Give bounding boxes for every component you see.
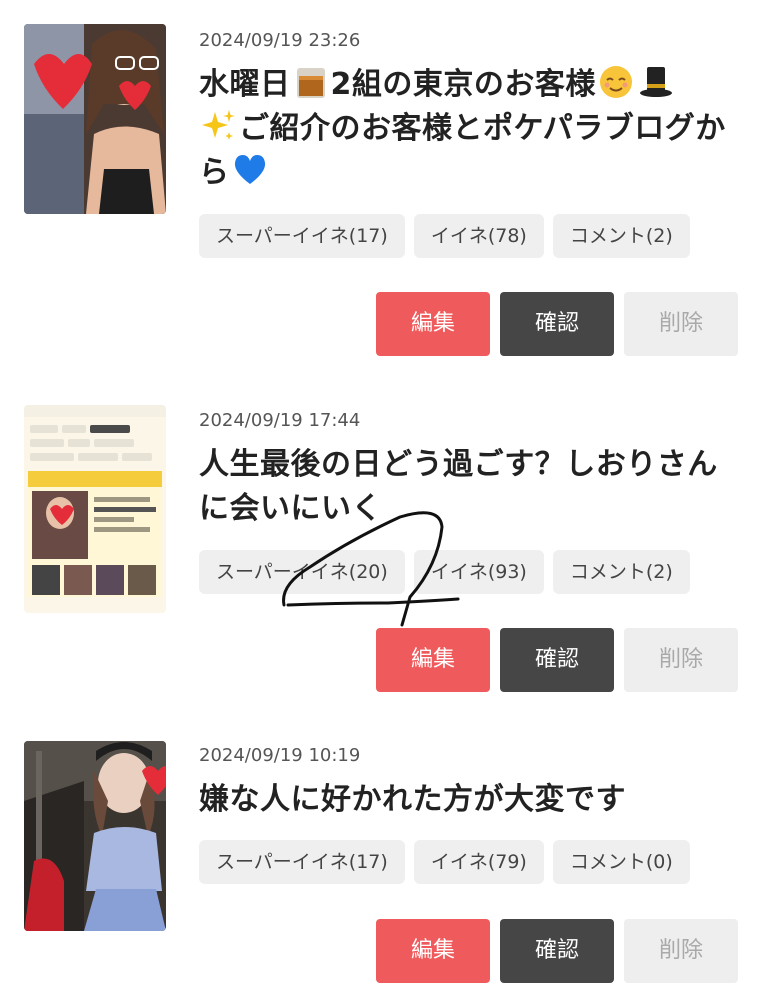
post-stats: スーパーイイネ(17) イイネ(79) コメント(0) xyxy=(199,840,690,884)
post-thumbnail[interactable] xyxy=(24,24,166,214)
post-title[interactable]: 嫌な人に好かれた方が大変です xyxy=(199,778,739,822)
super-like-count[interactable]: スーパーイイネ(20) xyxy=(199,550,405,594)
relieved-face-icon xyxy=(599,66,632,98)
post-date: 2024/09/19 23:26 xyxy=(199,30,361,51)
top-hat-icon xyxy=(639,67,672,97)
confirm-button[interactable]: 確認 xyxy=(500,292,614,356)
post-actions: 編集 確認 削除 xyxy=(376,628,738,692)
whiskey-glass-icon xyxy=(296,68,325,98)
delete-button[interactable]: 削除 xyxy=(624,919,738,983)
comment-count[interactable]: コメント(2) xyxy=(552,550,690,594)
confirm-button[interactable]: 確認 xyxy=(500,919,614,983)
screenshot-image xyxy=(24,405,166,613)
like-count[interactable]: イイネ(78) xyxy=(413,214,544,258)
post-thumbnail[interactable] xyxy=(24,741,166,931)
post-thumbnail[interactable] xyxy=(24,405,166,613)
post-date: 2024/09/19 17:44 xyxy=(199,410,361,431)
delete-button[interactable]: 削除 xyxy=(624,292,738,356)
edit-button[interactable]: 編集 xyxy=(376,292,490,356)
post-title[interactable]: 水曜日 2組の東京のお客様 ご紹介のお客様とポケパラブログから xyxy=(199,63,739,195)
confirm-button[interactable]: 確認 xyxy=(500,628,614,692)
post-title[interactable]: 人生最後の日どう過ごす？しおりさんに会いにいく xyxy=(199,443,739,531)
post-stats: スーパーイイネ(20) イイネ(93) コメント(2) xyxy=(199,550,690,594)
edit-button[interactable]: 編集 xyxy=(376,628,490,692)
sparkles-icon xyxy=(202,110,235,140)
post-actions: 編集 確認 削除 xyxy=(376,292,738,356)
title-text: ご紹介のお客様とポケパラブログから xyxy=(199,111,726,190)
like-count[interactable]: イイネ(79) xyxy=(413,840,544,884)
like-count[interactable]: イイネ(93) xyxy=(413,550,544,594)
comment-count[interactable]: コメント(2) xyxy=(552,214,690,258)
comment-count[interactable]: コメント(0) xyxy=(552,840,690,884)
blue-heart-icon xyxy=(234,155,265,184)
photo-image xyxy=(24,24,166,214)
super-like-count[interactable]: スーパーイイネ(17) xyxy=(199,214,405,258)
post-stats: スーパーイイネ(17) イイネ(78) コメント(2) xyxy=(199,214,690,258)
title-text: 水曜日 xyxy=(199,67,291,102)
post-date: 2024/09/19 10:19 xyxy=(199,745,361,766)
post-actions: 編集 確認 削除 xyxy=(376,919,738,983)
photo-image xyxy=(24,741,166,931)
edit-button[interactable]: 編集 xyxy=(376,919,490,983)
super-like-count[interactable]: スーパーイイネ(17) xyxy=(199,840,405,884)
delete-button[interactable]: 削除 xyxy=(624,628,738,692)
title-text: 2組の東京のお客様 xyxy=(330,67,596,102)
